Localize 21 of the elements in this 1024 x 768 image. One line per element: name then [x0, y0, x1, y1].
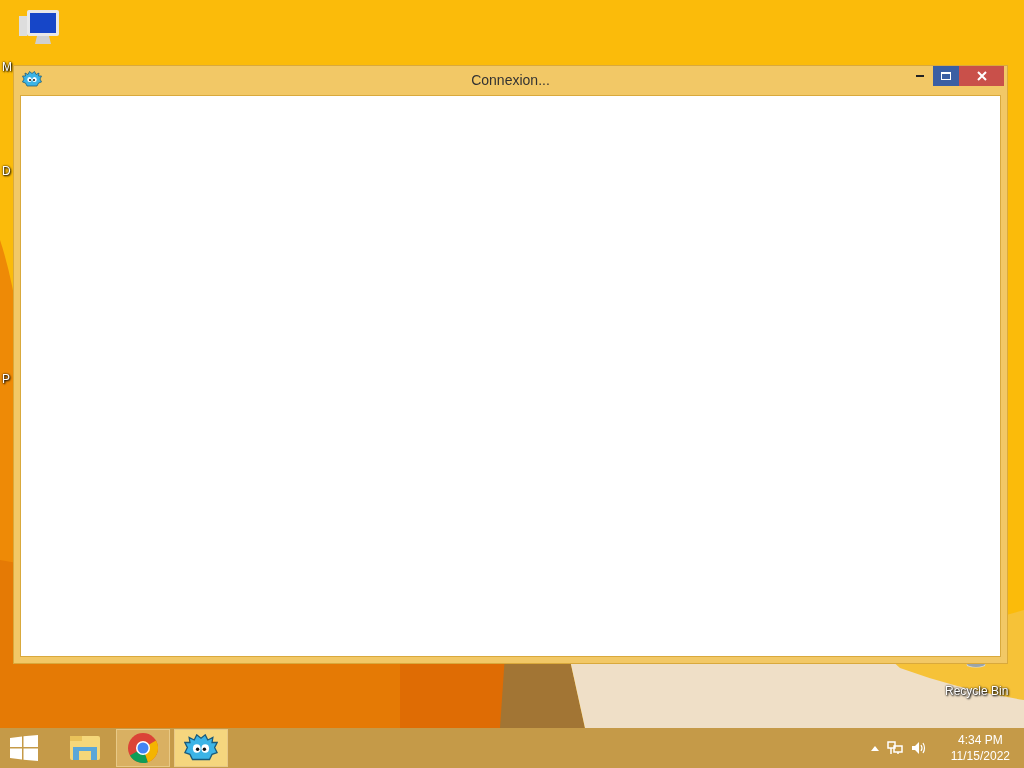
close-icon [976, 71, 987, 81]
close-button[interactable] [959, 66, 1004, 86]
chevron-up-icon[interactable] [870, 745, 879, 751]
taskbar-button[interactable] [116, 729, 170, 767]
folder-icon [69, 733, 101, 763]
desktop-icon-label[interactable]: D [2, 162, 11, 180]
puffle-icon [184, 734, 218, 762]
speaker-icon[interactable] [910, 741, 927, 755]
maximize-button[interactable] [933, 66, 959, 86]
desktop-icon-label[interactable]: P [2, 370, 10, 388]
app-icon [22, 71, 42, 87]
desktop-icon-label[interactable]: M [2, 58, 12, 76]
clock[interactable]: 4:34 PM 11/15/2022 [950, 732, 1010, 764]
desktop-icon-label[interactable]: Recycle Bin [945, 682, 1009, 700]
clock-time: 4:34 PM [958, 732, 1003, 748]
taskbar-button[interactable] [174, 729, 228, 767]
windows-logo-icon [10, 735, 38, 761]
window-title: Connexion... [471, 71, 550, 90]
network-icon[interactable] [886, 741, 903, 755]
browser-icon [127, 732, 159, 764]
clock-date: 11/15/2022 [950, 748, 1010, 764]
